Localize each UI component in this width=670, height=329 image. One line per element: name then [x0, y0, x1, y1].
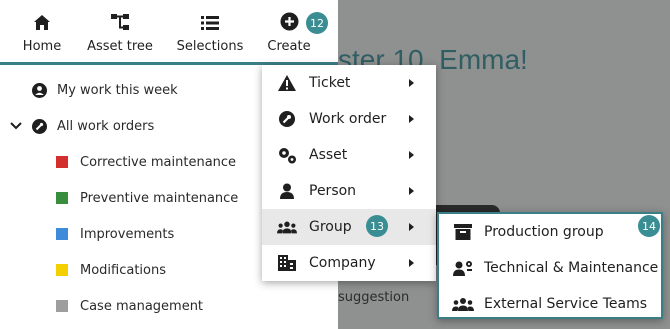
category-swatch [56, 192, 68, 204]
category-modifications[interactable]: Modifications [56, 252, 166, 288]
users-icon [452, 297, 474, 311]
archive-icon [452, 224, 474, 240]
top-nav: Home Asset tree Selections Create 12 [0, 0, 338, 65]
nav-asset-tree[interactable]: Asset tree [82, 0, 158, 62]
tree-item-my-work[interactable]: My work this week [32, 72, 178, 108]
menu-item-label: Person [309, 183, 357, 199]
menu-item-company[interactable]: Company [262, 245, 436, 281]
submenu-item-label: External Service Teams [484, 296, 648, 312]
user-gear-icon [452, 260, 474, 276]
menu-item-label: Company [309, 255, 376, 271]
category-label: Corrective maintenance [80, 154, 237, 170]
category-label: Modifications [80, 262, 167, 278]
nav-asset-tree-label: Asset tree [87, 38, 153, 54]
category-label: Preventive maintenance [80, 190, 239, 206]
category-case-management[interactable]: Case management [56, 288, 203, 324]
create-menu: Ticket Work order Asset Person Group Com [262, 65, 436, 281]
nav-home[interactable]: Home [10, 0, 74, 62]
person-icon [277, 183, 297, 199]
nav-selections[interactable]: Selections [170, 0, 250, 62]
category-corrective[interactable]: Corrective maintenance [56, 144, 236, 180]
submenu-item-technical-maintenance[interactable]: Technical & Maintenance [439, 250, 661, 286]
tree-item-label: My work this week [57, 82, 178, 98]
card-subtitle: suggestion [338, 290, 410, 305]
category-label: Case management [80, 298, 204, 314]
chevron-right-icon [409, 187, 414, 195]
category-swatch [56, 156, 68, 168]
group-icon [277, 220, 297, 234]
menu-item-asset[interactable]: Asset [262, 137, 436, 173]
wrench-circle-icon [32, 118, 47, 134]
tree-item-label: All work orders [57, 118, 155, 134]
wrench-icon [277, 111, 297, 127]
user-circle-icon [32, 82, 47, 98]
chevron-right-icon [409, 151, 414, 159]
tree-item-all-work-orders[interactable]: All work orders [10, 108, 154, 144]
list-icon [201, 9, 219, 31]
nav-create-label: Create [267, 38, 311, 54]
category-swatch [56, 264, 68, 276]
menu-item-group[interactable]: Group [262, 209, 436, 245]
nav-home-label: Home [22, 38, 62, 54]
chevron-right-icon [409, 79, 414, 87]
chevron-right-icon [409, 223, 414, 231]
group-submenu: Production group Technical & Maintenance… [437, 212, 663, 319]
home-icon [33, 9, 51, 31]
menu-item-label: Work order [309, 111, 387, 127]
menu-item-label: Group [309, 219, 352, 235]
chevron-right-icon [409, 259, 414, 267]
category-swatch [56, 300, 68, 312]
category-improvements[interactable]: Improvements [56, 216, 174, 252]
submenu-item-label: Production group [484, 224, 604, 240]
menu-item-person[interactable]: Person [262, 173, 436, 209]
submenu-item-external-service-teams[interactable]: External Service Teams [439, 286, 661, 322]
asset-tree-icon [110, 9, 130, 31]
nav-selections-label: Selections [176, 38, 244, 54]
menu-item-label: Ticket [309, 75, 351, 91]
plus-circle-icon [280, 9, 299, 31]
submenu-item-production-group[interactable]: Production group [439, 214, 661, 250]
menu-item-label: Asset [309, 147, 348, 163]
menu-item-work-order[interactable]: Work order [262, 101, 436, 137]
create-badge: 12 [306, 12, 328, 34]
chevron-down-icon[interactable] [10, 122, 22, 130]
category-swatch [56, 228, 68, 240]
menu-item-ticket[interactable]: Ticket [262, 65, 436, 101]
category-label: Improvements [80, 226, 175, 242]
warning-icon [277, 75, 297, 91]
gears-icon [277, 147, 297, 164]
submenu-badge: 14 [638, 215, 660, 237]
submenu-item-label: Technical & Maintenance [484, 260, 659, 276]
chevron-right-icon [409, 115, 414, 123]
group-badge: 13 [366, 215, 388, 237]
category-preventive[interactable]: Preventive maintenance [56, 180, 238, 216]
building-icon [277, 255, 297, 271]
